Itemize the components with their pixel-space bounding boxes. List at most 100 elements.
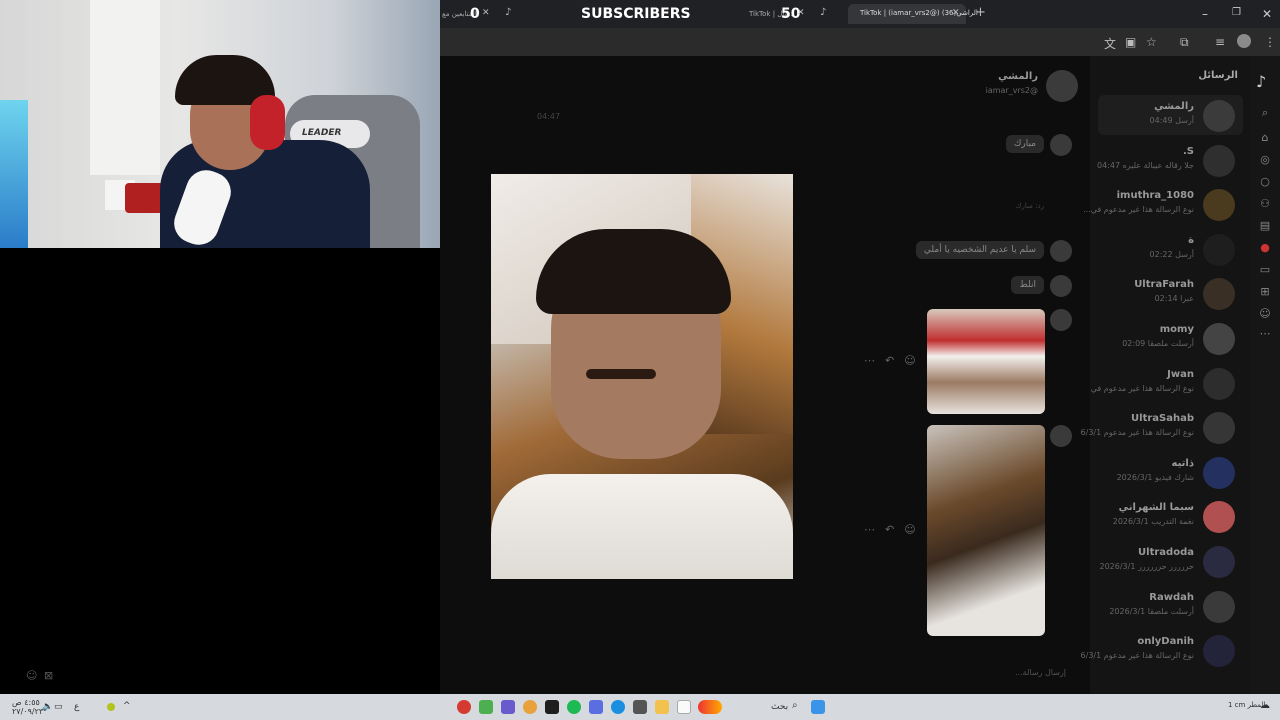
volume-icon[interactable]: 🔈 bbox=[42, 702, 53, 712]
conversation-name[interactable]: imuthra_1080 bbox=[1117, 190, 1194, 201]
conversation-name[interactable]: Jwan bbox=[1167, 369, 1194, 380]
following-icon[interactable]: ○ bbox=[1258, 175, 1272, 189]
new-tab-button[interactable]: + bbox=[975, 5, 986, 20]
taskbar-app-icon[interactable] bbox=[633, 700, 647, 714]
chat-timestamp: 04:47 bbox=[537, 112, 561, 121]
conversation-avatar[interactable] bbox=[1203, 546, 1235, 578]
message-avatar[interactable] bbox=[1050, 425, 1072, 447]
message-bubble[interactable]: مبارك bbox=[1005, 135, 1044, 153]
react-emoji-icon[interactable]: ☺ bbox=[904, 523, 915, 536]
image-upload-icon[interactable]: ⊠ bbox=[44, 669, 53, 682]
language-icon[interactable]: ع bbox=[74, 702, 79, 712]
chrome-icon[interactable] bbox=[523, 700, 537, 714]
conversation-avatar[interactable] bbox=[1203, 189, 1235, 222]
translate-icon[interactable]: 文 bbox=[1104, 35, 1116, 52]
conversation-avatar[interactable] bbox=[1203, 367, 1235, 400]
close-window-button[interactable]: ✕ bbox=[1262, 7, 1272, 21]
message-avatar[interactable] bbox=[1050, 240, 1072, 262]
conversation-avatar[interactable] bbox=[1203, 590, 1235, 623]
message-avatar[interactable] bbox=[1050, 275, 1072, 297]
message-avatar[interactable] bbox=[1050, 134, 1072, 156]
chat-header-avatar[interactable] bbox=[1046, 70, 1078, 102]
conversation-avatar[interactable] bbox=[1203, 456, 1235, 489]
conversation-name[interactable]: Rawdah bbox=[1149, 592, 1194, 603]
network-icon[interactable]: ▭ bbox=[54, 702, 63, 712]
conversation-preview: أرسلت ملصقا 2026/3/1 bbox=[1109, 606, 1194, 616]
conversation-name[interactable]: ذاتيه bbox=[1172, 458, 1194, 469]
tiktok-logo-icon[interactable]: ♪ bbox=[1256, 72, 1266, 91]
react-emoji-icon[interactable]: ☺ bbox=[904, 354, 915, 367]
conversation-name[interactable]: momy bbox=[1160, 324, 1194, 335]
profile-icon[interactable]: ☺ bbox=[1258, 307, 1272, 321]
conversation-name[interactable]: ة bbox=[1188, 235, 1194, 246]
media-control-icon[interactable]: ≡ bbox=[1215, 35, 1225, 49]
tab-close-icon[interactable]: ✕ bbox=[482, 8, 490, 18]
profile-avatar[interactable] bbox=[1237, 34, 1251, 48]
conversation-avatar[interactable] bbox=[1203, 100, 1235, 132]
conversation-name[interactable]: Ultradoda bbox=[1138, 547, 1194, 558]
taskbar-app-icon[interactable] bbox=[479, 700, 493, 714]
conversation-name[interactable]: رالمشي bbox=[1154, 101, 1194, 112]
reply-icon[interactable]: ↶ bbox=[885, 523, 894, 536]
video-message-thumbnail[interactable] bbox=[927, 309, 1045, 414]
taskbar-app-icon[interactable] bbox=[501, 700, 515, 714]
search-icon[interactable]: ⌕ bbox=[1258, 106, 1272, 120]
message-avatar[interactable] bbox=[1050, 309, 1072, 331]
maximize-button[interactable]: ❐ bbox=[1232, 7, 1241, 18]
chat-header-name[interactable]: رالمشي bbox=[998, 71, 1038, 82]
weather-icon[interactable]: ☁ bbox=[1260, 700, 1270, 711]
video-overlay[interactable] bbox=[491, 174, 793, 579]
message-input[interactable]: إرسال رسالة... bbox=[1015, 668, 1066, 677]
taskbar-app-icon[interactable] bbox=[457, 700, 471, 714]
home-icon[interactable]: ⌂ bbox=[1258, 131, 1272, 145]
reply-icon[interactable]: ↶ bbox=[885, 354, 894, 367]
explore-icon[interactable]: ◎ bbox=[1258, 153, 1272, 167]
widget-icon[interactable] bbox=[698, 700, 722, 714]
video-mustache bbox=[586, 369, 656, 379]
conversation-name[interactable]: UltraFarah bbox=[1134, 279, 1194, 290]
notification-badge-icon[interactable]: ● bbox=[1258, 241, 1272, 255]
spotify-icon[interactable] bbox=[567, 700, 581, 714]
edge-icon[interactable] bbox=[611, 700, 625, 714]
message-bubble[interactable]: سلم يا عديم الشخصيه يا أملي bbox=[915, 241, 1044, 259]
cast-icon[interactable]: ▣ bbox=[1125, 35, 1136, 49]
taskbar-clock-time[interactable]: ٤:٥٥ ص bbox=[12, 699, 40, 707]
conversation-avatar[interactable] bbox=[1203, 412, 1235, 445]
conversation-avatar[interactable] bbox=[1203, 144, 1235, 177]
start-button[interactable] bbox=[811, 700, 825, 714]
tray-chevron-icon[interactable]: ^ bbox=[123, 701, 131, 711]
more-icon[interactable]: ⋯ bbox=[1258, 327, 1272, 341]
active-tab-close-icon[interactable]: ✕ bbox=[952, 8, 960, 18]
messages-icon[interactable]: ▭ bbox=[1258, 263, 1272, 277]
conversation-preview: نغمة التدريب 2026/3/1 bbox=[1112, 517, 1194, 527]
conversation-avatar[interactable] bbox=[1203, 323, 1235, 355]
bookmark-star-icon[interactable]: ☆ bbox=[1146, 35, 1157, 49]
upload-icon[interactable]: ⊞ bbox=[1258, 285, 1272, 299]
conversation-name[interactable]: سبما الشهراني bbox=[1119, 502, 1194, 513]
tab-close-icon[interactable]: ✕ bbox=[797, 8, 805, 18]
conversation-avatar[interactable] bbox=[1203, 635, 1235, 668]
more-options-icon[interactable]: ⋯ bbox=[864, 523, 875, 536]
taskbar-search-icon[interactable]: ⌕ bbox=[792, 700, 798, 711]
video-message-thumbnail[interactable] bbox=[927, 425, 1045, 636]
conversation-name[interactable]: UltraSahab bbox=[1131, 413, 1194, 424]
tray-app-icon[interactable] bbox=[107, 703, 115, 711]
message-bubble[interactable]: انلط bbox=[1011, 276, 1044, 294]
extensions-icon[interactable]: ⧉ bbox=[1180, 35, 1189, 50]
taskbar-app-icon[interactable] bbox=[589, 700, 603, 714]
taskbar-clock-date[interactable]: ٢٧/٠٩/٢٣ bbox=[12, 707, 43, 716]
live-icon[interactable]: ▤ bbox=[1258, 219, 1272, 233]
conversation-avatar[interactable] bbox=[1203, 233, 1235, 266]
minimize-button[interactable]: – bbox=[1202, 7, 1208, 21]
file-explorer-icon[interactable] bbox=[655, 700, 669, 714]
conversation-name[interactable]: S. bbox=[1183, 146, 1194, 157]
more-options-icon[interactable]: ⋯ bbox=[864, 354, 875, 367]
terminal-icon[interactable] bbox=[545, 700, 559, 714]
conversation-name[interactable]: onlyDanih bbox=[1137, 636, 1194, 647]
menu-kebab-icon[interactable]: ⋮ bbox=[1264, 35, 1276, 49]
emoji-icon[interactable]: ☺ bbox=[26, 669, 37, 682]
friends-icon[interactable]: ⚇ bbox=[1258, 197, 1272, 211]
taskbar-app-icon[interactable] bbox=[677, 700, 691, 714]
taskbar-search-label[interactable]: بحث bbox=[771, 702, 788, 712]
message-actions: ⋯ ↶ ☺ bbox=[864, 354, 916, 367]
